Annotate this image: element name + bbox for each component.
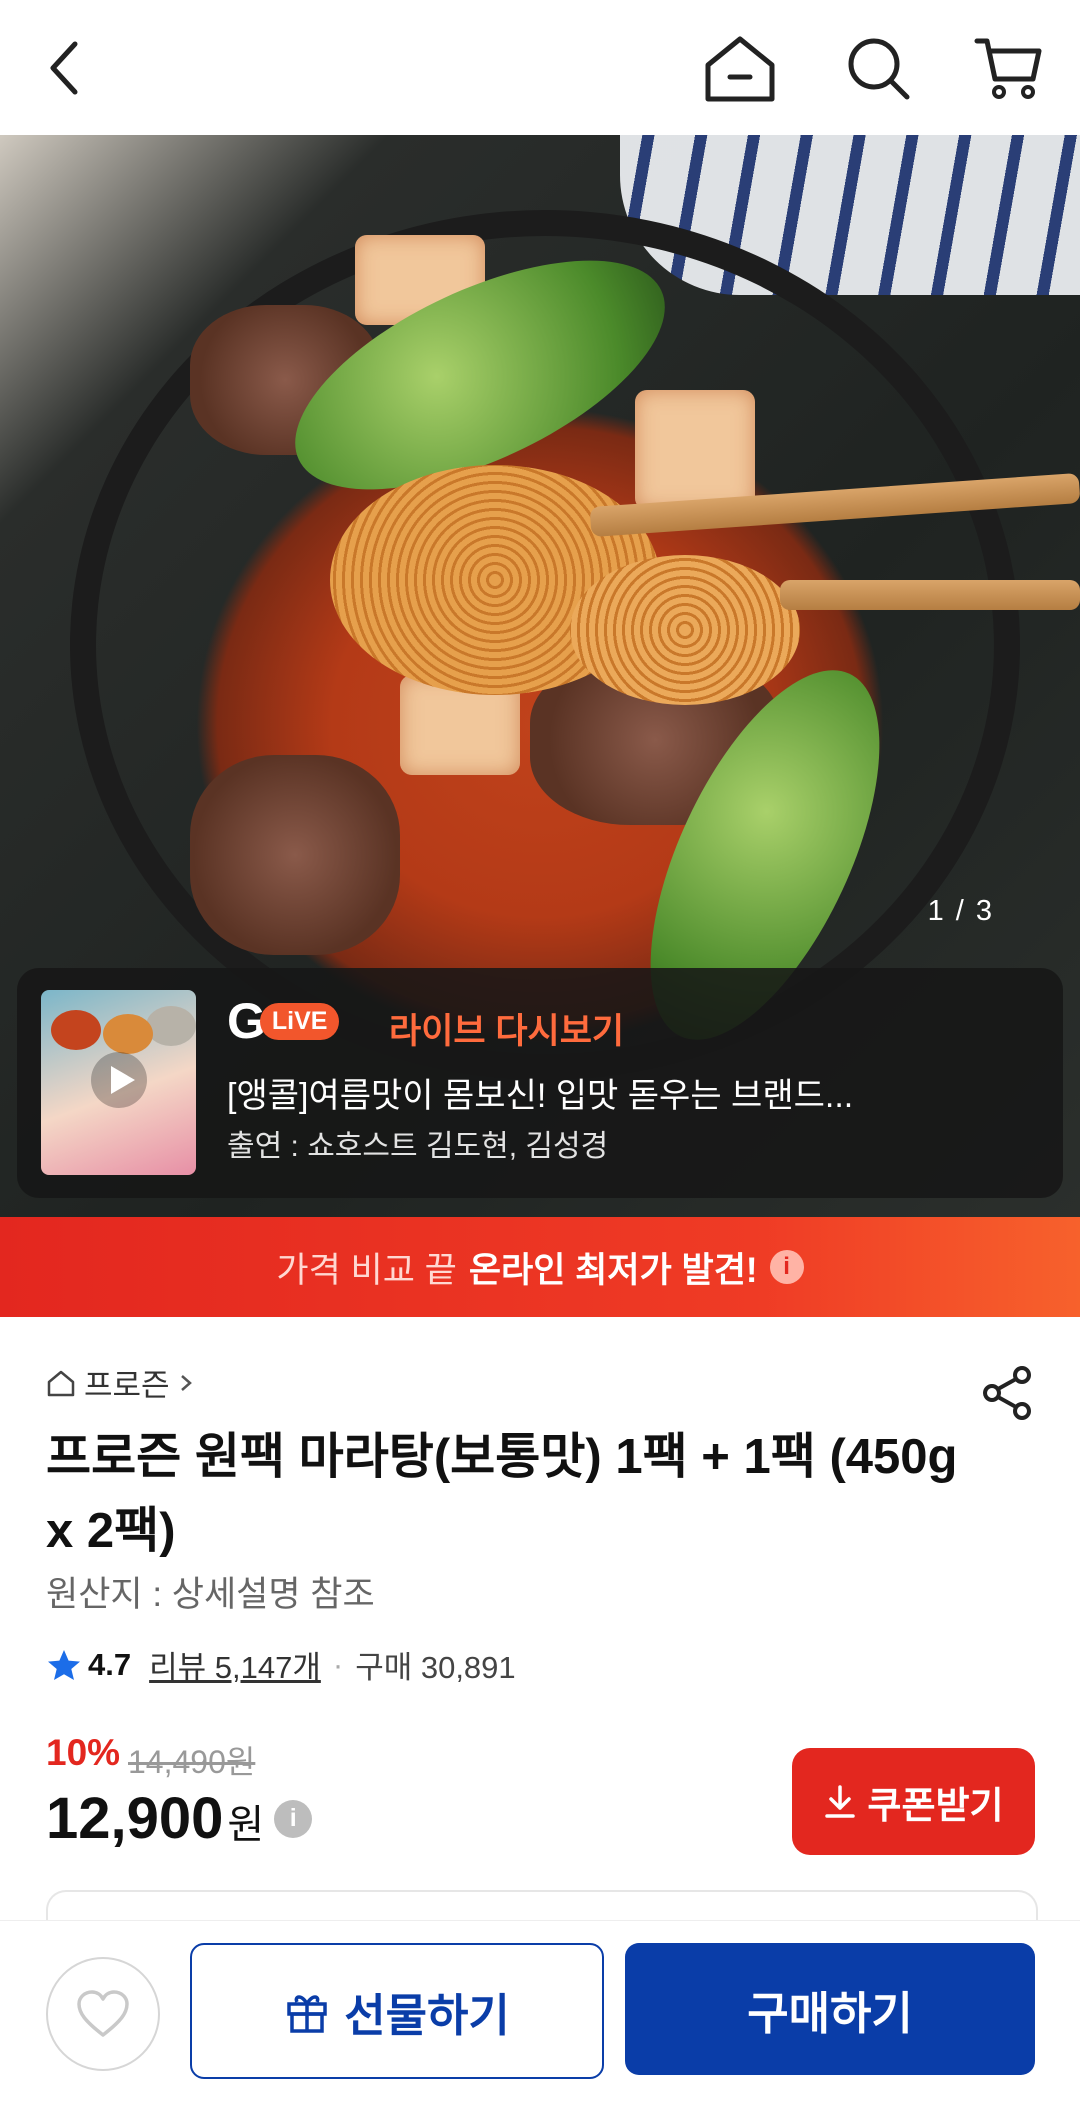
thumbnail-food — [51, 1010, 101, 1050]
share-icon — [983, 1366, 1031, 1420]
sale-price: 12,900 원 i — [46, 1785, 313, 1852]
search-icon — [848, 38, 910, 100]
sale-price-value: 12,900 — [46, 1786, 224, 1851]
banner-text-light: 가격 비교 끝 — [276, 1250, 457, 1290]
hero-chopstick — [780, 580, 1080, 610]
live-cast: 출연 : 쇼호스트 김도현, 김성경 — [227, 1130, 609, 1163]
home-icon — [705, 36, 775, 102]
banner-text-strong: 온라인 최저가 발견! — [468, 1250, 758, 1290]
bottom-action-bar: 선물하기 구매하기 — [0, 1920, 1080, 2101]
rating-score: 4.7 — [88, 1646, 132, 1682]
chevron-left-icon — [50, 41, 78, 95]
brand-name: 프로즌 — [84, 1368, 170, 1403]
home-button[interactable] — [700, 28, 780, 108]
live-title: [앵콜]여름맛이 몸보신! 입맛 돋우는 브랜드... — [227, 1077, 854, 1115]
hero-food — [570, 555, 800, 705]
info-icon[interactable]: i — [274, 1799, 313, 1838]
rating-separator: · — [332, 1646, 344, 1682]
hero-food — [190, 755, 400, 955]
cart-button[interactable] — [968, 28, 1048, 108]
buy-button[interactable]: 구매하기 — [625, 1943, 1035, 2075]
lowest-price-banner[interactable]: 가격 비교 끝 온라인 최저가 발견! i — [0, 1217, 1080, 1317]
image-counter: 1 / 3 — [927, 895, 994, 927]
buy-label: 구매하기 — [747, 1987, 913, 2039]
purchase-count: 구매 30,891 — [355, 1650, 516, 1685]
product-origin: 원산지 : 상세설명 참조 — [46, 1575, 375, 1614]
share-button[interactable] — [980, 1365, 1040, 1425]
coupon-label: 쿠폰받기 — [867, 1784, 1004, 1826]
info-icon[interactable]: i — [769, 1250, 804, 1284]
gift-button[interactable]: 선물하기 — [190, 1943, 604, 2079]
gift-icon — [287, 1995, 327, 2033]
live-thumbnail[interactable] — [41, 990, 196, 1175]
coupon-download-button[interactable]: 쿠폰받기 — [792, 1748, 1035, 1855]
glive-logo-pill: LiVE — [259, 1002, 340, 1040]
hero-food — [635, 390, 755, 510]
discount-rate: 10% — [46, 1732, 121, 1773]
live-replay-card[interactable]: G LiVE 라이브 다시보기 [앵콜]여름맛이 몸보신! 입맛 돋우는 브랜드… — [17, 968, 1063, 1198]
glive-badge: G LiVE — [227, 996, 340, 1046]
review-count-link[interactable]: 리뷰 5,147개 — [149, 1642, 321, 1687]
rating-row: 4.7 리뷰 5,147개 · 구매 30,891 — [46, 1642, 516, 1687]
wishlist-button[interactable] — [46, 1957, 160, 2071]
home-icon — [47, 1370, 75, 1396]
live-replay-label: 라이브 다시보기 — [389, 1012, 625, 1051]
currency-unit: 원 — [227, 1803, 265, 1847]
cart-icon — [974, 38, 1042, 99]
download-icon — [825, 1784, 856, 1818]
original-price: 14,490원 — [128, 1744, 256, 1780]
brand-breadcrumb[interactable]: 프로즌 — [46, 1360, 196, 1405]
chevron-right-icon — [180, 1374, 192, 1391]
heart-icon — [77, 1990, 129, 2037]
product-title: 프로즌 원팩 마라탕(보통맛) 1팩 + 1팩 (450g x 2팩) — [46, 1430, 958, 1558]
star-icon — [48, 1649, 80, 1680]
search-button[interactable] — [838, 28, 918, 108]
top-nav-bar — [0, 0, 1080, 135]
gift-label: 선물하기 — [344, 1989, 510, 2041]
play-icon[interactable] — [91, 1052, 147, 1108]
back-button[interactable] — [26, 28, 106, 108]
